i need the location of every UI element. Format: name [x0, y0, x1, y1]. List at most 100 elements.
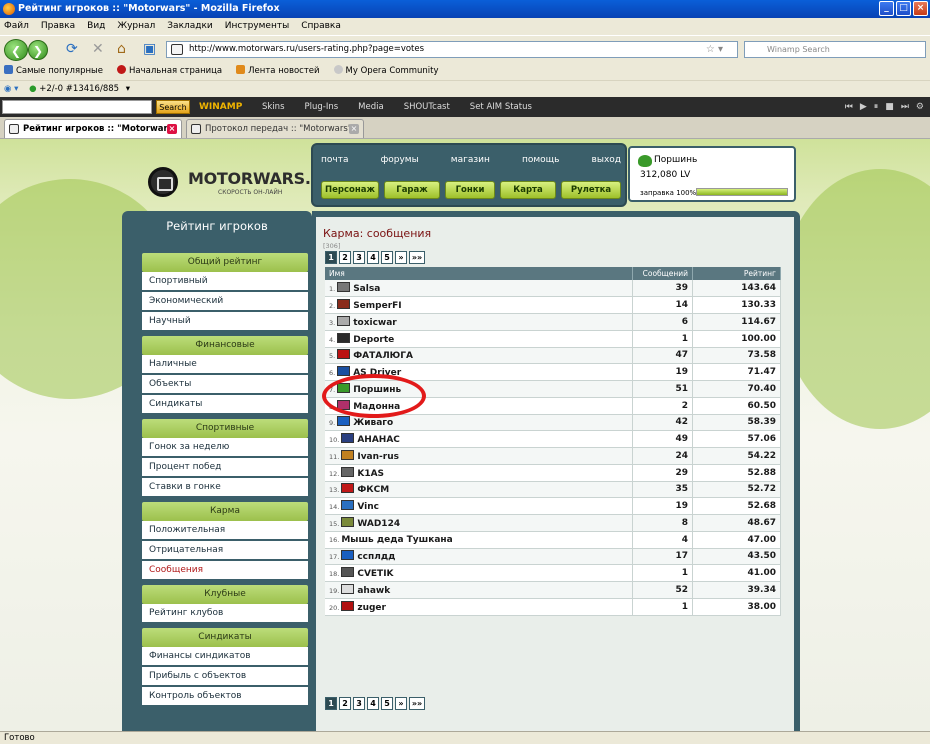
close-button[interactable]: × — [913, 1, 928, 16]
winamp-menu-media[interactable]: Media — [358, 97, 384, 117]
player-name-link[interactable]: Vinc — [357, 502, 379, 512]
page-last[interactable]: »» — [409, 251, 425, 264]
player-name-link[interactable]: ФАТАЛЮГА — [353, 351, 413, 361]
page-next[interactable]: » — [395, 251, 407, 264]
player-name-link[interactable]: ahawk — [357, 586, 390, 596]
player-name-link[interactable]: Salsa — [353, 284, 380, 294]
user-name[interactable]: Поршинь — [654, 155, 697, 165]
roulette-button[interactable]: Рулетка — [561, 181, 621, 199]
page-next[interactable]: » — [395, 697, 407, 710]
menu-bookmarks[interactable]: Закладки — [167, 18, 213, 35]
character-button[interactable]: Персонаж — [321, 181, 379, 199]
player-name-link[interactable]: toxicwar — [353, 318, 397, 328]
winamp-menu-skins[interactable]: Skins — [262, 97, 285, 117]
bookmark-opera[interactable]: My Opera Community — [333, 62, 439, 80]
nav-logout[interactable]: выход — [592, 155, 621, 165]
forward-button[interactable]: ❯ — [28, 40, 48, 60]
player-name-link[interactable]: zuger — [357, 603, 386, 613]
nav-forums[interactable]: форумы — [381, 155, 419, 165]
tab-transfer-log[interactable]: Протокол передач :: "Motorwars" × — [186, 119, 364, 138]
sidebar-item[interactable]: Рейтинг клубов — [142, 604, 308, 624]
reload-icon[interactable]: ⟳ — [66, 41, 78, 58]
globe-icon[interactable]: ◉ ▾ — [4, 84, 18, 94]
next-icon[interactable]: ⏭ — [901, 97, 909, 117]
sidebar-item[interactable]: Прибыль с объектов — [142, 667, 308, 687]
nav-help[interactable]: помощь — [522, 155, 559, 165]
pause-icon[interactable]: ⏸ — [874, 97, 879, 117]
sidebar-item[interactable]: Сообщения — [142, 561, 308, 581]
winamp-search-input[interactable] — [2, 100, 152, 114]
url-bar[interactable]: http://www.motorwars.ru/users-rating.php… — [166, 41, 738, 58]
sidebar-item[interactable]: Финансы синдикатов — [142, 647, 308, 667]
sidebar-item[interactable]: Гонок за неделю — [142, 438, 308, 458]
sidebar-item[interactable]: Спортивный — [142, 272, 308, 292]
col-name[interactable]: Имя — [325, 267, 633, 280]
stop-icon[interactable]: ■ — [885, 97, 894, 117]
col-messages[interactable]: Сообщений — [632, 267, 693, 280]
page-4[interactable]: 4 — [367, 697, 379, 710]
player-name-link[interactable]: CVETIK — [357, 569, 393, 579]
nav-shop[interactable]: магазин — [451, 155, 490, 165]
bookmark-news-feed[interactable]: Лента новостей — [236, 62, 320, 80]
player-name-link[interactable]: Мышь деда Тушкана — [341, 535, 452, 545]
page-5[interactable]: 5 — [381, 697, 393, 710]
menu-view[interactable]: Вид — [87, 18, 105, 35]
home-icon[interactable]: ⌂ — [117, 41, 126, 58]
map-button[interactable]: Карта — [500, 181, 556, 199]
tab-close-icon[interactable]: × — [167, 124, 177, 134]
page-1[interactable]: 1 — [325, 697, 337, 710]
menu-file[interactable]: Файл — [4, 18, 29, 35]
page-5[interactable]: 5 — [381, 251, 393, 264]
menu-edit[interactable]: Правка — [41, 18, 75, 35]
tab-close-icon[interactable]: × — [349, 124, 359, 134]
bookmark-start-page[interactable]: Начальная страница — [116, 62, 222, 80]
menu-help[interactable]: Справка — [301, 18, 341, 35]
bookmark-star-icon[interactable]: ☆ ▾ — [706, 42, 723, 57]
player-name-link[interactable]: АНАНАС — [357, 435, 400, 445]
page-2[interactable]: 2 — [339, 697, 351, 710]
page-3[interactable]: 3 — [353, 697, 365, 710]
back-button[interactable]: ❮ — [4, 39, 28, 61]
player-name-link[interactable]: Живаго — [353, 418, 393, 428]
player-name-link[interactable]: WAD124 — [357, 519, 400, 529]
menu-history[interactable]: Журнал — [117, 18, 155, 35]
sidebar-item[interactable]: Экономический — [142, 292, 308, 312]
chevron-down-icon[interactable]: ▾ — [126, 84, 130, 94]
addon-icon[interactable]: ▣ — [143, 41, 156, 58]
sidebar-item[interactable]: Контроль объектов — [142, 687, 308, 707]
races-button[interactable]: Гонки — [445, 181, 495, 199]
bookmark-popular[interactable]: Самые популярные — [4, 62, 103, 80]
search-input[interactable]: Winamp Search — [744, 41, 926, 58]
sidebar-item[interactable]: Положительная — [142, 521, 308, 541]
gear-icon[interactable]: ⚙ — [916, 97, 924, 117]
col-rating[interactable]: Рейтинг — [692, 267, 781, 280]
maximize-button[interactable]: □ — [896, 1, 911, 16]
player-name-link[interactable]: SemperFI — [353, 301, 401, 311]
page-2[interactable]: 2 — [339, 251, 351, 264]
player-name-link[interactable]: Ivan-rus — [357, 452, 399, 462]
sidebar-item[interactable]: Ставки в гонке — [142, 478, 308, 498]
play-icon[interactable]: ▶ — [860, 97, 867, 117]
sidebar-item[interactable]: Научный — [142, 312, 308, 332]
player-name-link[interactable]: K1AS — [357, 469, 384, 479]
nav-mail[interactable]: почта — [321, 155, 348, 165]
menu-tools[interactable]: Инструменты — [225, 18, 289, 35]
winamp-menu-shoutcast[interactable]: SHOUTcast — [404, 97, 450, 117]
garage-button[interactable]: Гараж — [384, 181, 440, 199]
sidebar-item[interactable]: Наличные — [142, 355, 308, 375]
sidebar-item[interactable]: Синдикаты — [142, 395, 308, 415]
tab-rating[interactable]: Рейтинг игроков :: "Motorwars" × — [4, 119, 182, 138]
page-1[interactable]: 1 — [325, 251, 337, 264]
winamp-search-button[interactable]: Search — [156, 100, 190, 114]
page-3[interactable]: 3 — [353, 251, 365, 264]
page-4[interactable]: 4 — [367, 251, 379, 264]
sidebar-item[interactable]: Отрицательная — [142, 541, 308, 561]
winamp-menu-plugins[interactable]: Plug-Ins — [305, 97, 339, 117]
page-last[interactable]: »» — [409, 697, 425, 710]
sidebar-item[interactable]: Процент побед — [142, 458, 308, 478]
player-name-link[interactable]: Deporte — [353, 335, 394, 345]
player-name-link[interactable]: ссплдд — [357, 552, 395, 562]
stop-icon[interactable]: ✕ — [92, 41, 104, 58]
sidebar-item[interactable]: Объекты — [142, 375, 308, 395]
winamp-menu-aim[interactable]: Set AIM Status — [470, 97, 532, 117]
